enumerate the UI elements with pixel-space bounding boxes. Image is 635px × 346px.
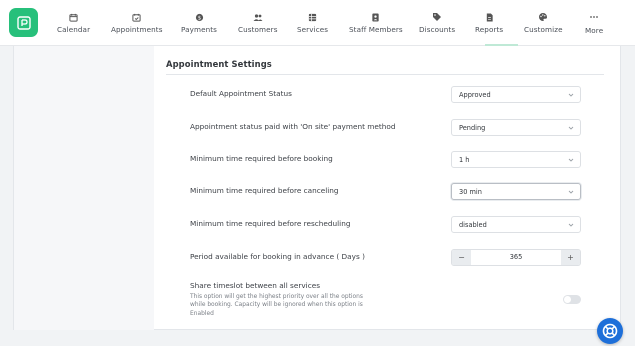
nav-label: Staff Members [349,25,403,34]
grid-list-icon [308,12,318,22]
share-timeslot-toggle[interactable] [563,295,581,304]
section-title: Appointment Settings [166,59,272,69]
chevron-down-icon [568,190,574,194]
nav-reports[interactable]: Reports [475,0,503,46]
chevron-down-icon [568,126,574,130]
id-badge-icon [371,12,381,22]
svg-text:$: $ [197,15,200,21]
min-booking-select[interactable]: 1 h [451,151,581,168]
nav-label: Calendar [57,25,91,34]
logo-icon [16,15,31,30]
default-status-select[interactable]: Approved [451,86,581,103]
nav-staff-members[interactable]: Staff Members [349,0,403,46]
advance-period-stepper: − 365 + [451,249,581,266]
chevron-down-icon [568,158,574,162]
default-status-label: Default Appointment Status [190,89,292,98]
calendar-icon [69,12,79,22]
nav-payments[interactable]: $ Payments [181,0,217,46]
settings-sidebar [14,46,154,330]
onsite-status-label: Appointment status paid with 'On site' p… [190,122,396,131]
nav-customers[interactable]: Customers [238,0,278,46]
nav-appointments[interactable]: Appointments [111,0,163,46]
nav-label: Discounts [419,25,456,34]
min-booking-label: Minimum time required before booking [190,154,333,163]
share-timeslot-description: This option will get the highest priorit… [190,294,363,317]
advance-period-value[interactable]: 365 [471,253,561,261]
select-value: Approved [459,91,491,99]
lifebuoy-icon [602,323,618,339]
palette-icon [538,12,548,22]
min-rescheduling-label: Minimum time required before reschedulin… [190,219,351,228]
top-navigation: Calendar Appointments $ Payments Custome… [0,0,635,46]
nav-label: Customize [524,25,563,34]
select-value: 30 min [459,188,482,196]
decrement-button[interactable]: − [452,250,471,265]
min-rescheduling-select[interactable]: disabled [451,216,581,233]
toggle-knob [564,296,571,303]
nav-label: Services [297,25,329,34]
nav-label: Appointments [111,25,163,34]
nav-label: More [585,25,604,35]
select-value: disabled [459,221,487,229]
min-canceling-label: Minimum time required before canceling [190,186,339,195]
select-value: Pending [459,124,486,132]
nav-label: Customers [238,25,278,34]
nav-calendar[interactable]: Calendar [57,0,90,46]
nav-label: Reports [475,25,504,34]
min-canceling-select[interactable]: 30 min [451,183,581,200]
nav-more[interactable]: More [585,0,603,46]
advance-period-label: Period available for booking in advance … [190,252,365,261]
section-divider [166,74,604,75]
help-button[interactable] [597,318,623,344]
nav-label: Payments [181,25,218,34]
share-timeslot-title: Share timeslot between all services [190,281,320,290]
users-icon [253,12,263,22]
nav-customize[interactable]: Customize [524,0,563,46]
tag-icon [432,12,442,22]
dollar-coin-icon: $ [194,12,204,22]
calendar-check-icon [132,12,142,22]
nav-discounts[interactable]: Discounts [419,0,455,46]
app-logo[interactable] [9,8,38,37]
dots-icon [589,12,599,22]
select-value: 1 h [459,156,470,164]
chevron-down-icon [568,223,574,227]
nav-services[interactable]: Services [297,0,328,46]
increment-button[interactable]: + [561,250,580,265]
report-icon [484,12,494,22]
chevron-down-icon [568,93,574,97]
onsite-status-select[interactable]: Pending [451,119,581,136]
